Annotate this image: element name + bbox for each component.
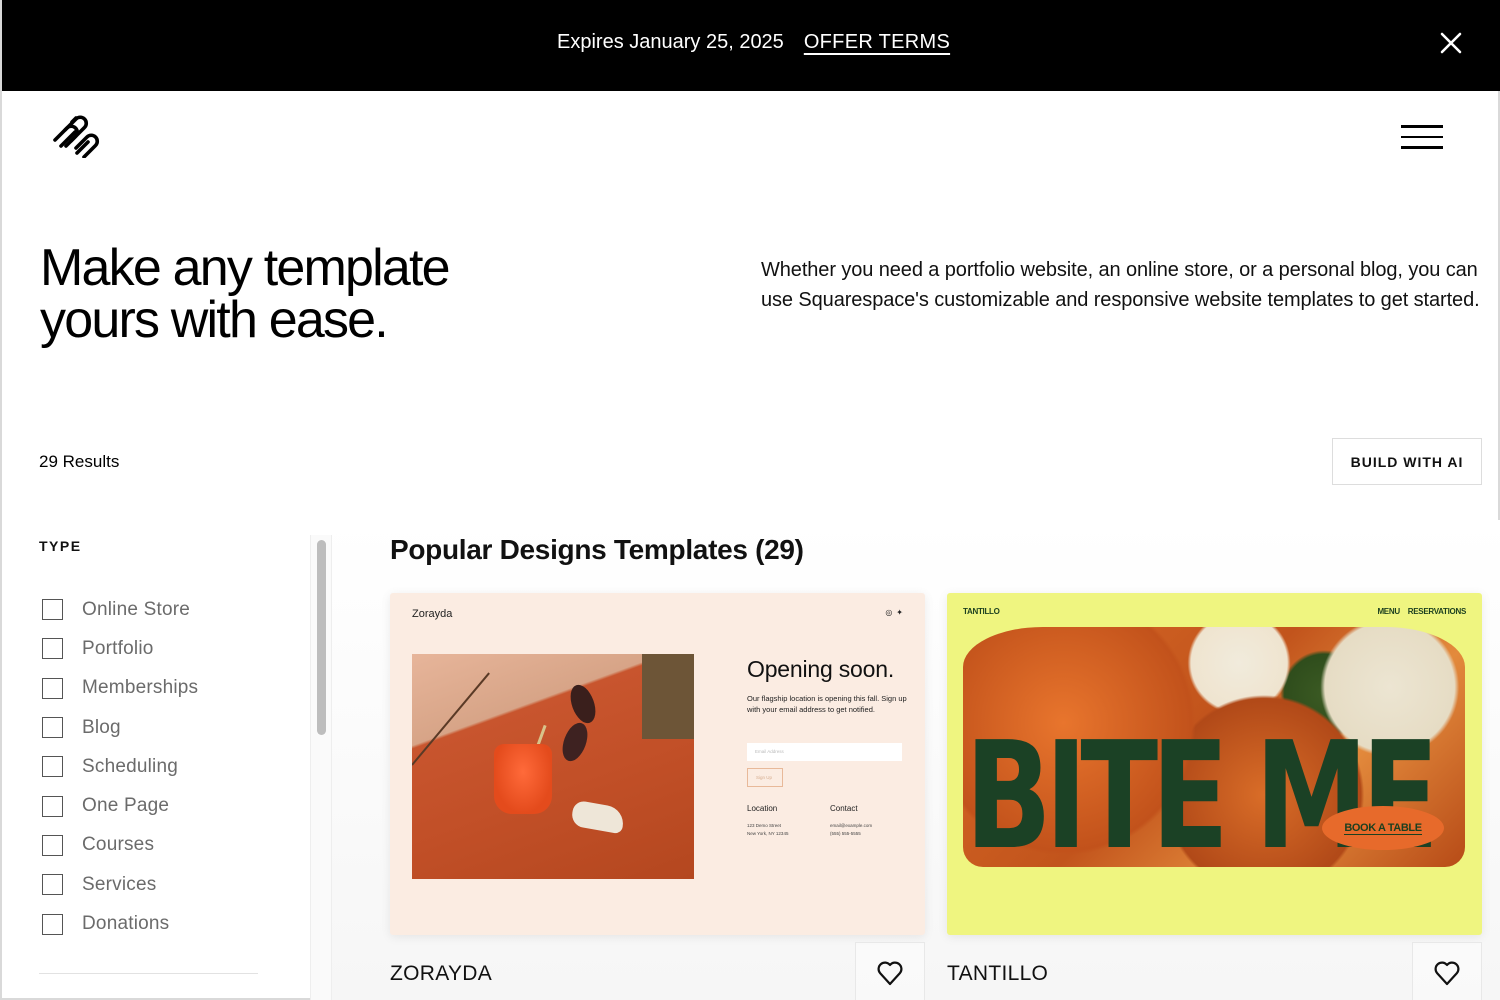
filter-courses[interactable]: Courses xyxy=(42,826,198,865)
filter-label: Memberships xyxy=(82,677,199,699)
preview-contact: Contact email@example.com (555) 555-5555 xyxy=(830,804,872,838)
preview-nav-reservations: RESERVATIONS xyxy=(1407,607,1467,616)
filter-label: Services xyxy=(82,873,157,895)
close-icon[interactable] xyxy=(1438,30,1464,56)
hamburger-menu-icon[interactable] xyxy=(1401,125,1443,151)
template-name-zorayda[interactable]: ZORAYDA xyxy=(390,962,492,986)
checkbox[interactable] xyxy=(42,638,63,660)
favorite-button-zorayda[interactable] xyxy=(855,942,925,1000)
template-card-zorayda[interactable]: Zorayda ◎ ✦ Opening soon. Our flagship l… xyxy=(390,593,925,935)
contact-heading: Contact xyxy=(830,804,858,813)
template-grid-section: Popular Designs Templates (29) Zorayda ◎… xyxy=(332,520,1500,1000)
filter-sidebar: TYPE Online Store Portfolio Memberships … xyxy=(2,530,312,1000)
filter-label: Scheduling xyxy=(82,755,179,777)
heart-icon xyxy=(877,961,903,985)
filter-memberships[interactable]: Memberships xyxy=(42,669,198,708)
preview-signup-button: Sign Up xyxy=(747,768,783,787)
twitter-icon: ✦ xyxy=(896,608,903,617)
heart-icon xyxy=(1434,961,1460,985)
checkbox[interactable] xyxy=(42,834,63,856)
filter-label: Portfolio xyxy=(82,637,154,659)
hero-title-line2: yours with ease. xyxy=(40,291,389,349)
filter-label: Online Store xyxy=(82,598,191,620)
build-with-ai-button[interactable]: BUILD WITH AI xyxy=(1332,438,1482,485)
filter-scheduling[interactable]: Scheduling xyxy=(42,747,198,786)
contact-line2: (555) 555-5555 xyxy=(830,831,861,836)
sidebar-divider xyxy=(39,973,258,974)
checkbox[interactable] xyxy=(42,677,63,699)
filter-label: One Page xyxy=(82,795,170,817)
hero-title-line1: Make any template xyxy=(40,239,451,297)
template-name-tantillo[interactable]: TANTILLO xyxy=(947,962,1048,986)
instagram-icon: ◎ xyxy=(885,608,893,617)
filter-one-page[interactable]: One Page xyxy=(42,786,198,825)
template-card-tantillo[interactable]: TANTILLO MENU RESERVATIONS BITE ME BOOK … xyxy=(947,593,1482,935)
filter-label: Donations xyxy=(82,913,170,935)
filter-online-store[interactable]: Online Store xyxy=(42,590,198,629)
checkbox[interactable] xyxy=(42,795,63,817)
checkbox[interactable] xyxy=(42,874,63,896)
section-title: Popular Designs Templates (29) xyxy=(390,534,804,565)
filter-donations[interactable]: Donations xyxy=(42,904,198,943)
promo-banner: Expires January 25, 2025 OFFER TERMS xyxy=(2,0,1500,91)
checkbox[interactable] xyxy=(42,717,63,739)
location-heading: Location xyxy=(747,804,778,813)
preview-body: Our flagship location is opening this fa… xyxy=(747,694,907,714)
contact-line1: email@example.com xyxy=(830,823,873,828)
preview-brand: TANTILLO xyxy=(963,607,1000,616)
preview-social-icons: ◎ ✦ xyxy=(885,608,903,617)
squarespace-logo-icon[interactable] xyxy=(50,114,102,159)
expires-text: Expires January 25, 2025 xyxy=(557,31,784,53)
filter-portfolio[interactable]: Portfolio xyxy=(42,629,198,668)
preview-brand: Zorayda xyxy=(412,608,453,620)
sidebar-scrollbar[interactable] xyxy=(310,535,332,1000)
location-line1: 123 Demo Street xyxy=(747,823,782,828)
scrollbar-thumb[interactable] xyxy=(317,540,326,735)
filter-services[interactable]: Services xyxy=(42,865,198,904)
preview-nav-menu: MENU xyxy=(1377,607,1400,616)
type-filter-heading: TYPE xyxy=(39,538,82,554)
banner-content: Expires January 25, 2025 OFFER TERMS xyxy=(557,31,950,54)
preview-book-table-button: BOOK A TABLE xyxy=(1322,806,1444,850)
checkbox[interactable] xyxy=(42,913,63,935)
preview-heading: Opening soon. xyxy=(747,656,895,682)
preview-nav: MENU RESERVATIONS xyxy=(1377,607,1466,616)
location-line2: New York, NY 12345 xyxy=(747,831,789,836)
checkbox[interactable] xyxy=(42,756,63,778)
hero-description: Whether you need a portfolio website, an… xyxy=(761,259,1480,311)
favorite-button-tantillo[interactable] xyxy=(1412,942,1482,1000)
filter-label: Courses xyxy=(82,834,155,856)
checkbox[interactable] xyxy=(42,599,63,621)
preview-cta-label: BOOK A TABLE xyxy=(1344,821,1422,835)
results-count: 29 Results xyxy=(39,452,120,471)
offer-terms-link[interactable]: OFFER TERMS xyxy=(804,31,950,54)
filter-label: Blog xyxy=(82,716,121,738)
type-filter-list: Online Store Portfolio Memberships Blog … xyxy=(42,590,198,944)
hero-title: Make any template yours with ease. xyxy=(40,242,560,346)
preview-location: Location 123 Demo Street New York, NY 123… xyxy=(747,804,788,838)
preview-email-field: Email Address xyxy=(747,743,902,761)
filter-blog[interactable]: Blog xyxy=(42,708,198,747)
preview-photo xyxy=(412,654,694,879)
